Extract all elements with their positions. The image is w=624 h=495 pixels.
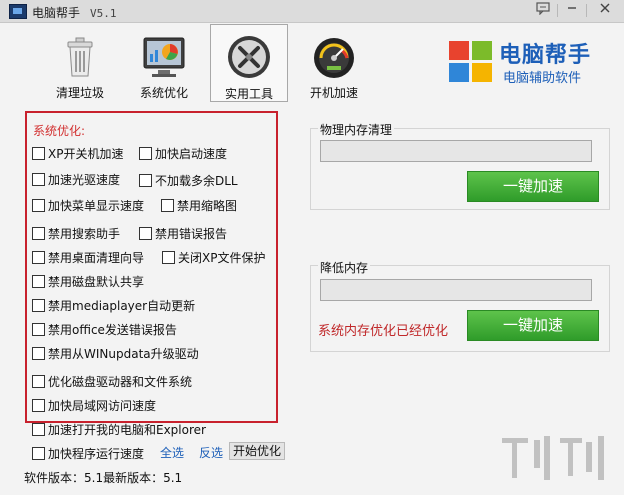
reduce-speedup-button[interactable]: 一键加速 xyxy=(467,310,599,341)
checkbox-box[interactable] xyxy=(32,299,45,312)
option-label: 禁用从WINupdata升级驱动 xyxy=(48,347,199,361)
tool-boot-speedup[interactable]: 开机加速 xyxy=(295,24,373,102)
option-checkbox[interactable]: 关闭XP文件保护 xyxy=(162,249,265,266)
option-checkbox[interactable]: 禁用磁盘默认共享 xyxy=(32,273,144,290)
option-checkbox[interactable]: 加快菜单显示速度 xyxy=(32,197,144,214)
tool-label: 系统优化 xyxy=(139,86,188,100)
select-all-link[interactable]: 全选 xyxy=(160,444,184,461)
checkbox-box[interactable] xyxy=(32,423,45,436)
option-label: 禁用错误报告 xyxy=(155,227,228,241)
checkbox-box[interactable] xyxy=(32,447,45,460)
option-label: 关闭XP文件保护 xyxy=(178,251,266,265)
checkbox-box[interactable] xyxy=(161,199,174,212)
checkbox-box[interactable] xyxy=(162,251,175,264)
tool-label: 清理垃圾 xyxy=(55,86,104,100)
tool-label: 开机加速 xyxy=(309,86,358,100)
window-title-text: 电脑帮手 xyxy=(32,6,81,20)
option-checkbox[interactable]: XP开关机加速 xyxy=(32,145,123,162)
version-text: 软件版本：5.1最新版本：5.1 xyxy=(24,471,183,485)
title-bar: 电脑帮手 V5.1 xyxy=(0,0,624,23)
app-icon xyxy=(9,4,27,19)
checkbox-box[interactable] xyxy=(139,227,152,240)
tool-utilities[interactable]: 实用工具 xyxy=(210,24,288,102)
invert-selection-link[interactable]: 反选 xyxy=(199,444,223,461)
option-label: 禁用office发送错误报告 xyxy=(48,323,177,337)
option-checkbox[interactable]: 禁用mediaplayer自动更新 xyxy=(32,297,195,314)
windows-logo-icon xyxy=(449,41,493,83)
physical-memory-bar xyxy=(320,140,592,162)
option-label: 加快程序运行速度 xyxy=(48,447,145,461)
checkbox-box[interactable] xyxy=(32,199,45,212)
window-version: V5.1 xyxy=(90,7,117,20)
option-label: 加快启动速度 xyxy=(155,147,228,161)
toolbar: 清理垃圾 系统优化 实用工具 开机加速 电脑帮手 电脑辅助软件 xyxy=(0,23,624,105)
option-label: 禁用搜索助手 xyxy=(48,227,121,241)
option-label: 加快局域网访问速度 xyxy=(48,399,157,413)
option-checkbox[interactable]: 加快程序运行速度 xyxy=(32,445,144,462)
minimize-icon[interactable] xyxy=(561,2,583,19)
option-label: XP开关机加速 xyxy=(48,147,124,161)
checkbox-box[interactable] xyxy=(139,147,152,160)
option-checkbox[interactable]: 加速打开我的电脑和Explorer xyxy=(32,421,206,438)
checkbox-box[interactable] xyxy=(32,375,45,388)
checkbox-box[interactable] xyxy=(32,323,45,336)
option-label: 加速光驱速度 xyxy=(48,173,121,187)
checkbox-box[interactable] xyxy=(32,347,45,360)
option-label: 加快菜单显示速度 xyxy=(48,199,145,213)
option-checkbox[interactable]: 禁用搜索助手 xyxy=(32,225,120,242)
option-label: 加速打开我的电脑和Explorer xyxy=(48,423,206,437)
option-label: 禁用缩略图 xyxy=(177,199,238,213)
option-checkbox[interactable]: 禁用错误报告 xyxy=(139,225,227,242)
tool-label: 实用工具 xyxy=(224,87,273,101)
brand-name: 电脑帮手 xyxy=(499,43,592,68)
option-checkbox[interactable]: 加快局域网访问速度 xyxy=(32,397,156,414)
checkbox-box[interactable] xyxy=(32,173,45,186)
checkbox-box[interactable] xyxy=(32,399,45,412)
physical-memory-title: 物理内存清理 xyxy=(318,121,395,138)
monitor-chart-icon xyxy=(143,37,185,77)
option-checkbox[interactable]: 禁用从WINupdata升级驱动 xyxy=(32,345,199,362)
chat-icon[interactable] xyxy=(532,2,554,19)
brand-subtitle: 电脑辅助软件 xyxy=(503,71,582,86)
reduce-memory-title: 降低内存 xyxy=(318,259,371,276)
option-checkbox[interactable]: 优化磁盘驱动器和文件系统 xyxy=(32,373,192,390)
option-checkbox[interactable]: 禁用桌面清理向导 xyxy=(32,249,144,266)
optimize-status-message: 系统内存优化已经优化 xyxy=(318,324,449,339)
option-label: 禁用桌面清理向导 xyxy=(48,251,145,265)
trash-icon xyxy=(67,37,93,77)
option-label: 禁用mediaplayer自动更新 xyxy=(48,299,196,313)
checkbox-box[interactable] xyxy=(32,147,45,160)
start-optimize-button[interactable]: 开始优化 xyxy=(229,442,286,460)
option-checkbox[interactable]: 不加载多余DLL xyxy=(139,172,238,189)
tools-icon xyxy=(228,36,270,78)
option-checkbox[interactable]: 禁用office发送错误报告 xyxy=(32,321,177,338)
checkbox-box[interactable] xyxy=(32,251,45,264)
tool-system-optimize[interactable]: 系统优化 xyxy=(125,24,203,102)
checkbox-box[interactable] xyxy=(32,275,45,288)
checkbox-box[interactable] xyxy=(32,227,45,240)
watermark-logo xyxy=(502,436,604,480)
option-checkbox[interactable]: 加速光驱速度 xyxy=(32,171,120,188)
physical-speedup-button[interactable]: 一键加速 xyxy=(467,171,599,202)
options-title: 系统优化: xyxy=(33,124,86,138)
close-icon[interactable] xyxy=(594,2,616,19)
window-title: 电脑帮手 V5.1 xyxy=(32,4,117,21)
speedometer-icon xyxy=(314,38,354,78)
checkbox-box[interactable] xyxy=(139,174,152,187)
option-label: 优化磁盘驱动器和文件系统 xyxy=(48,375,193,389)
option-checkbox[interactable]: 禁用缩略图 xyxy=(161,197,237,214)
brand-logo: 电脑帮手 电脑辅助软件 xyxy=(449,35,619,89)
option-label: 不加载多余DLL xyxy=(155,174,238,188)
tool-clean-junk[interactable]: 清理垃圾 xyxy=(41,24,119,102)
reduce-memory-bar xyxy=(320,279,592,301)
option-label: 禁用磁盘默认共享 xyxy=(48,275,145,289)
option-checkbox[interactable]: 加快启动速度 xyxy=(139,145,227,162)
